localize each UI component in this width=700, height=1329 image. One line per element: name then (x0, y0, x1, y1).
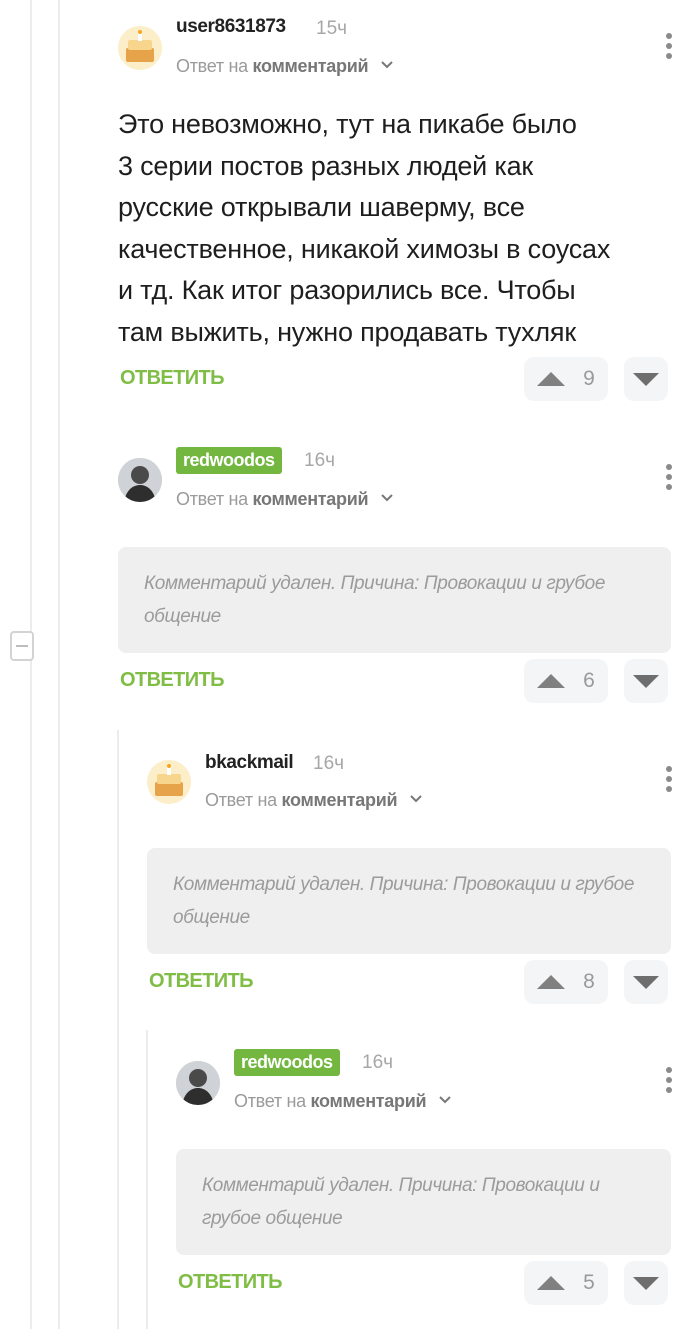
chevron-down-icon (381, 61, 393, 69)
comment: redwoodos 16ч Ответ на комментарий Комме… (176, 1042, 700, 1329)
thread-line (117, 730, 119, 1329)
rating-count: 6 (583, 669, 595, 692)
more-options-icon[interactable] (666, 1067, 672, 1097)
rating-count: 5 (583, 1271, 595, 1294)
comment-time: 16ч (304, 450, 336, 471)
reply-to[interactable]: Ответ на комментарий (176, 56, 393, 77)
collapse-thread-button[interactable] (10, 631, 34, 661)
arrow-up-icon (537, 975, 566, 989)
upvote-button[interactable]: 8 (524, 960, 608, 1004)
upvote-button[interactable]: 5 (524, 1261, 608, 1305)
comment: bkackmail 16ч Ответ на комментарий Комме… (147, 740, 700, 1010)
thread-line (146, 1030, 148, 1329)
rating-count: 8 (583, 970, 595, 993)
photo-avatar[interactable] (118, 458, 162, 502)
deleted-comment-notice: Комментарий удален. Причина: Провокации … (118, 547, 671, 653)
thread-line (58, 0, 60, 1329)
comment-time: 16ч (313, 753, 345, 774)
comment: redwoodos 16ч Ответ на комментарий Комме… (118, 440, 700, 710)
upvote-button[interactable]: 9 (524, 357, 608, 401)
arrow-down-icon (633, 1276, 659, 1290)
cake-avatar[interactable] (118, 26, 162, 70)
username[interactable]: bkackmail (205, 752, 294, 774)
comment-time: 15ч (316, 18, 348, 39)
upvote-button[interactable]: 6 (524, 659, 608, 703)
username[interactable]: user8631873 (176, 16, 286, 38)
more-options-icon[interactable] (666, 464, 672, 494)
thread-line (30, 0, 32, 1329)
reply-button[interactable]: ОТВЕТИТЬ (178, 1271, 283, 1294)
reply-button[interactable]: ОТВЕТИТЬ (120, 367, 225, 390)
arrow-down-icon (633, 975, 659, 989)
chevron-down-icon (410, 795, 422, 803)
downvote-button[interactable] (624, 659, 668, 703)
cake-avatar[interactable] (147, 760, 191, 804)
more-options-icon[interactable] (666, 33, 672, 63)
comment: user8631873 15ч Ответ на комментарий Это… (118, 0, 700, 410)
chevron-down-icon (381, 494, 393, 502)
more-options-icon[interactable] (666, 766, 672, 796)
comment-text: Это невозможно, тут на пикабе было 3 сер… (118, 109, 611, 347)
chevron-down-icon (439, 1096, 451, 1104)
arrow-up-icon (537, 372, 566, 386)
comment-time: 16ч (362, 1052, 394, 1073)
arrow-down-icon (633, 372, 659, 386)
arrow-up-icon (537, 1276, 566, 1290)
arrow-down-icon (633, 674, 659, 688)
deleted-comment-notice: Комментарий удален. Причина: Провокации … (147, 848, 671, 954)
deleted-comment-notice: Комментарий удален. Причина: Провокации … (176, 1149, 671, 1255)
username-badge[interactable]: redwoodos (176, 447, 282, 474)
reply-to[interactable]: Ответ на комментарий (176, 489, 393, 510)
reply-button[interactable]: ОТВЕТИТЬ (149, 970, 254, 993)
reply-to[interactable]: Ответ на комментарий (234, 1091, 451, 1112)
downvote-button[interactable] (624, 1261, 668, 1305)
downvote-button[interactable] (624, 960, 668, 1004)
photo-avatar[interactable] (176, 1061, 220, 1105)
rating-count: 9 (583, 367, 595, 390)
downvote-button[interactable] (624, 357, 668, 401)
reply-button[interactable]: ОТВЕТИТЬ (120, 669, 225, 692)
reply-to[interactable]: Ответ на комментарий (205, 790, 422, 811)
username-badge[interactable]: redwoodos (234, 1049, 340, 1076)
arrow-up-icon (537, 674, 566, 688)
